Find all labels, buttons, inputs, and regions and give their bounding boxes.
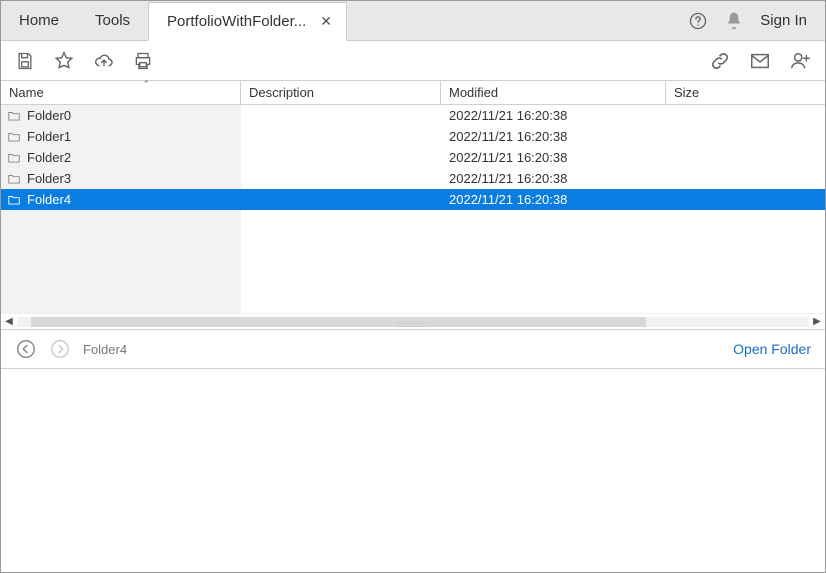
tab-home[interactable]: Home	[1, 1, 77, 40]
column-name-label: Name	[9, 85, 44, 100]
nav-back-icon[interactable]	[15, 338, 37, 360]
add-person-icon[interactable]	[789, 50, 811, 72]
tab-tools[interactable]: Tools	[77, 1, 148, 40]
tab-document-label: PortfolioWithFolder...	[167, 13, 306, 30]
resize-grip-icon[interactable]: ∷∷∷∷∷	[398, 321, 428, 330]
row-modified: 2022/11/21 16:20:38	[441, 150, 666, 165]
row-modified: 2022/11/21 16:20:38	[441, 171, 666, 186]
folder-icon	[7, 193, 21, 207]
breadcrumb: Folder4	[83, 342, 127, 357]
column-description[interactable]: Description	[241, 81, 441, 104]
toolbar	[1, 41, 825, 81]
table-row[interactable]: Folder4 2022/11/21 16:20:38	[1, 189, 825, 210]
bell-icon[interactable]	[724, 11, 744, 31]
tab-home-label: Home	[19, 12, 59, 29]
sort-asc-icon: ⌃	[142, 79, 150, 90]
file-list: Folder0 2022/11/21 16:20:38 Folder1 2022/11…	[1, 105, 825, 313]
scroll-thumb[interactable]	[31, 317, 646, 327]
row-name: Folder2	[27, 150, 71, 165]
tab-tools-label: Tools	[95, 12, 130, 29]
print-icon[interactable]	[133, 51, 153, 71]
nav-forward-icon	[49, 338, 71, 360]
tab-document[interactable]: PortfolioWithFolder... ✕	[148, 2, 347, 41]
link-icon[interactable]	[709, 50, 731, 72]
column-description-label: Description	[249, 85, 314, 100]
row-modified: 2022/11/21 16:20:38	[441, 108, 666, 123]
close-icon[interactable]: ✕	[316, 13, 336, 30]
scroll-right-icon[interactable]: ▶	[809, 316, 825, 327]
help-icon[interactable]	[688, 11, 708, 31]
table-row[interactable]: Folder0 2022/11/21 16:20:38	[1, 105, 825, 126]
column-modified[interactable]: Modified	[441, 81, 666, 104]
table-row[interactable]: Folder1 2022/11/21 16:20:38	[1, 126, 825, 147]
tab-bar: Home Tools PortfolioWithFolder... ✕ Sign…	[1, 1, 825, 41]
folder-icon	[7, 172, 21, 186]
nav-bar: Folder4 Open Folder	[1, 329, 825, 369]
column-headers: Name ⌃ Description Modified Size	[1, 81, 825, 105]
column-size[interactable]: Size	[666, 81, 825, 104]
row-name: Folder1	[27, 129, 71, 144]
column-size-label: Size	[674, 85, 699, 100]
folder-icon	[7, 109, 21, 123]
column-modified-label: Modified	[449, 85, 498, 100]
scroll-left-icon[interactable]: ◀	[1, 316, 17, 327]
scroll-track[interactable]: ∷∷∷∷∷	[17, 317, 809, 327]
sign-in-link[interactable]: Sign In	[760, 12, 807, 29]
row-name: Folder4	[27, 192, 71, 207]
cloud-upload-icon[interactable]	[93, 50, 115, 72]
folder-icon	[7, 130, 21, 144]
sign-in-label: Sign In	[760, 12, 807, 29]
mail-icon[interactable]	[749, 50, 771, 72]
star-icon[interactable]	[53, 50, 75, 72]
table-row[interactable]: Folder3 2022/11/21 16:20:38	[1, 168, 825, 189]
row-modified: 2022/11/21 16:20:38	[441, 129, 666, 144]
open-folder-link[interactable]: Open Folder	[733, 341, 811, 357]
folder-icon	[7, 151, 21, 165]
row-modified: 2022/11/21 16:20:38	[441, 192, 666, 207]
row-name: Folder3	[27, 171, 71, 186]
save-icon[interactable]	[15, 51, 35, 71]
table-row[interactable]: Folder2 2022/11/21 16:20:38	[1, 147, 825, 168]
content-area	[1, 369, 825, 572]
row-name: Folder0	[27, 108, 71, 123]
horizontal-scrollbar[interactable]: ◀ ∷∷∷∷∷ ▶	[1, 313, 825, 329]
column-name[interactable]: Name ⌃	[1, 81, 241, 104]
